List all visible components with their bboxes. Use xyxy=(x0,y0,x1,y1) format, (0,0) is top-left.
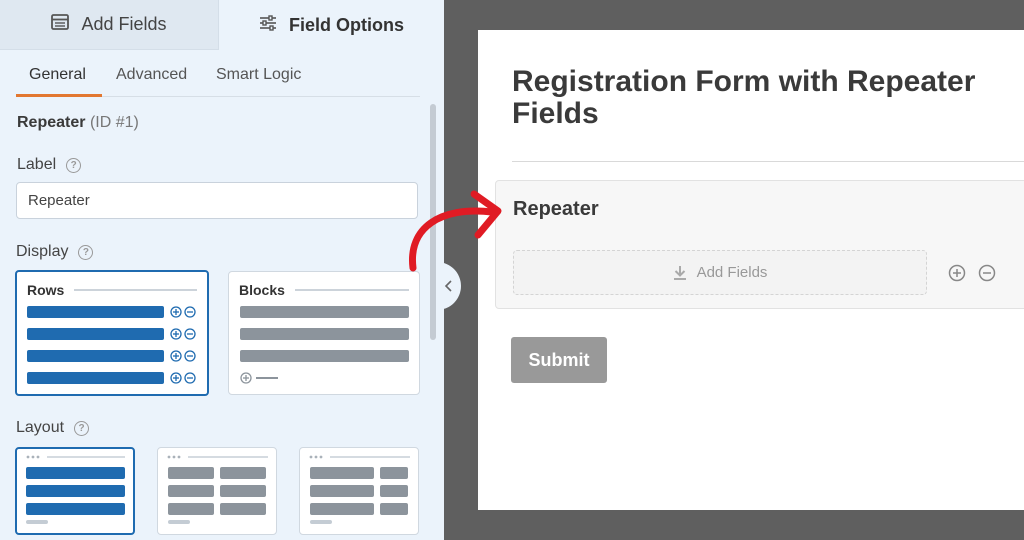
label-input[interactable] xyxy=(16,182,418,219)
repeater-field[interactable]: Repeater Add Fields xyxy=(495,180,1024,309)
field-heading: Repeater (ID #1) xyxy=(17,114,139,132)
layout-heading-text: Layout xyxy=(16,419,65,436)
display-option-header: Blocks xyxy=(239,282,409,298)
help-icon[interactable]: ? xyxy=(74,420,90,436)
block-bar xyxy=(240,350,409,362)
display-heading-text: Display xyxy=(16,243,69,260)
header-line xyxy=(74,289,197,291)
add-fields-dropzone[interactable]: Add Fields xyxy=(513,250,927,295)
annotation-arrow xyxy=(409,190,502,272)
submit-button[interactable]: Submit xyxy=(511,337,607,383)
layout-preview-graphic xyxy=(26,455,125,524)
block-bar xyxy=(240,306,409,318)
block-add-row xyxy=(240,372,278,384)
layout-heading: Layout ? xyxy=(16,419,90,437)
options-subtabs: General Advanced Smart Logic xyxy=(16,50,420,97)
subtab-general[interactable]: General xyxy=(29,66,86,84)
plus-circle-icon[interactable] xyxy=(948,264,966,282)
display-option-rows[interactable]: Rows xyxy=(15,270,209,396)
block-bar xyxy=(240,328,409,340)
display-heading: Display ? xyxy=(16,243,94,261)
row-bar xyxy=(27,306,164,318)
plus-minus-icon xyxy=(170,328,200,340)
download-icon xyxy=(673,265,686,280)
sliders-icon xyxy=(259,14,277,36)
tab-field-options[interactable]: Field Options xyxy=(219,0,444,50)
field-name: Repeater xyxy=(17,114,86,131)
add-fields-label: Add Fields xyxy=(696,264,768,281)
plus-circle-icon xyxy=(240,372,252,384)
layout-option-2-columns-uneven[interactable] xyxy=(299,447,419,535)
minus-circle-icon[interactable] xyxy=(978,264,996,282)
repeater-label: Repeater xyxy=(513,198,599,220)
chevron-left-icon xyxy=(444,280,452,292)
row-bar xyxy=(27,328,164,340)
form-title: Registration Form with Repeater Fields xyxy=(512,65,976,130)
plus-minus-icon xyxy=(170,372,200,384)
layout-option-1-column[interactable] xyxy=(15,447,135,535)
help-icon[interactable]: ? xyxy=(66,157,82,173)
layout-option-2-columns[interactable] xyxy=(157,447,277,535)
row-bar xyxy=(27,372,164,384)
field-options-panel: Add Fields Field Options General Advance… xyxy=(0,0,444,540)
layout-preview-graphic xyxy=(167,455,268,524)
form-divider xyxy=(512,161,1024,162)
display-option-label: Rows xyxy=(27,282,65,298)
display-option-blocks[interactable]: Blocks xyxy=(228,271,420,395)
display-option-label: Blocks xyxy=(239,282,285,298)
tab-add-fields-label: Add Fields xyxy=(81,14,167,34)
subtab-smart-logic[interactable]: Smart Logic xyxy=(216,66,301,84)
plus-minus-icon xyxy=(170,350,200,362)
subtab-advanced[interactable]: Advanced xyxy=(116,66,187,84)
form-preview: Registration Form with Repeater Fields R… xyxy=(478,30,1024,510)
label-heading-text: Label xyxy=(17,156,57,173)
layout-preview-graphic xyxy=(309,455,410,524)
active-subtab-indicator xyxy=(16,94,102,97)
builder-tabs: Add Fields Field Options xyxy=(0,0,444,50)
label-heading: Label ? xyxy=(17,156,82,174)
display-option-header: Rows xyxy=(27,282,197,298)
tab-add-fields[interactable]: Add Fields xyxy=(0,0,219,50)
field-id: (ID #1) xyxy=(89,114,139,131)
table-icon xyxy=(51,14,70,35)
plus-minus-icon xyxy=(170,306,200,318)
tab-field-options-label: Field Options xyxy=(289,14,404,35)
header-line xyxy=(294,289,409,291)
row-bar xyxy=(27,350,164,362)
help-icon[interactable]: ? xyxy=(78,244,94,260)
